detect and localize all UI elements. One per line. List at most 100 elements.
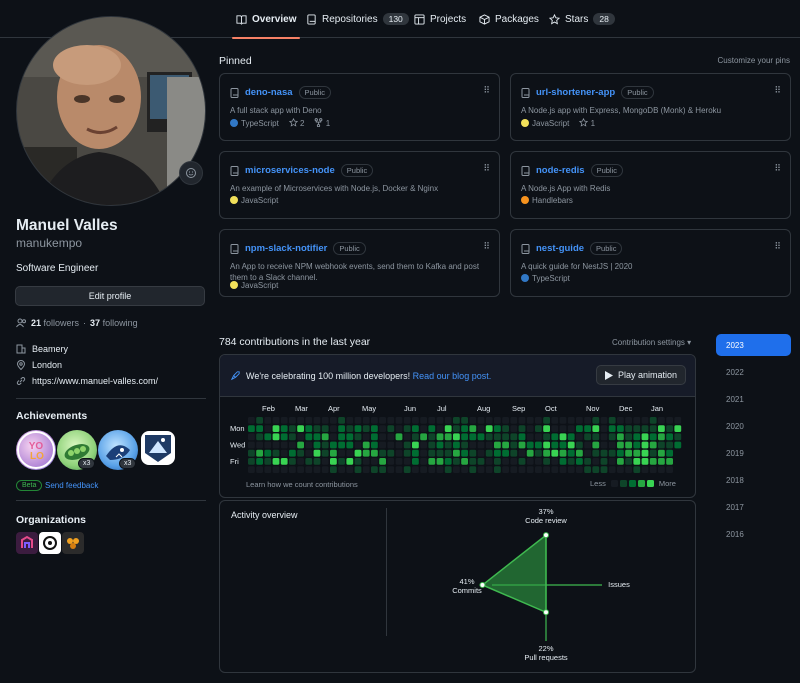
contribution-day[interactable] [485, 466, 493, 473]
contribution-day[interactable] [412, 449, 419, 457]
contribution-day[interactable] [658, 417, 665, 424]
contribution-day[interactable] [297, 441, 304, 449]
contribution-day[interactable] [371, 458, 378, 465]
contribution-day[interactable] [420, 417, 427, 424]
contribution-day[interactable] [617, 466, 624, 473]
contribution-day[interactable] [362, 433, 370, 441]
year-button-2016[interactable]: 2016 [716, 523, 791, 545]
contribution-day[interactable] [543, 466, 550, 473]
contribution-day[interactable] [403, 441, 411, 449]
contribution-day[interactable] [248, 449, 255, 457]
contribution-day[interactable] [551, 433, 559, 441]
contribution-day[interactable] [526, 417, 534, 424]
contribution-day[interactable] [248, 433, 255, 441]
contribution-day[interactable] [535, 417, 542, 424]
drag-handle-icon[interactable]: ⠿ [483, 163, 490, 174]
contribution-day[interactable] [559, 433, 567, 441]
contribution-day[interactable] [330, 466, 337, 473]
contribution-day[interactable] [280, 441, 288, 449]
contribution-day[interactable] [494, 458, 501, 465]
contribution-day[interactable] [371, 466, 378, 473]
contribution-day[interactable] [371, 417, 378, 424]
contribution-day[interactable] [321, 458, 329, 465]
contribution-day[interactable] [346, 433, 354, 441]
contribution-day[interactable] [338, 458, 345, 465]
contribution-day[interactable] [543, 433, 550, 441]
contribution-day[interactable] [518, 417, 526, 424]
contribution-day[interactable] [297, 449, 304, 457]
contribution-day[interactable] [510, 425, 518, 432]
repo-name-link[interactable]: node-redis [536, 165, 585, 176]
drag-handle-icon[interactable]: ⠿ [774, 241, 781, 252]
contribution-day[interactable] [256, 417, 263, 424]
contribution-day[interactable] [477, 458, 485, 465]
contribution-day[interactable] [625, 433, 632, 441]
contribution-day[interactable] [330, 449, 337, 457]
contribution-day[interactable] [395, 466, 403, 473]
contribution-day[interactable] [248, 441, 255, 449]
following-link[interactable]: 37 following [90, 318, 138, 328]
contribution-day[interactable] [600, 417, 608, 424]
contribution-day[interactable] [485, 441, 493, 449]
website-link[interactable]: https://www.manuel-valles.com/ [32, 376, 158, 386]
contribution-day[interactable] [289, 433, 296, 441]
contribution-day[interactable] [502, 458, 509, 465]
tab-repositories[interactable]: Repositories 130 [306, 0, 409, 38]
contribution-day[interactable] [641, 417, 649, 424]
contribution-day[interactable] [584, 466, 591, 473]
contribution-day[interactable] [666, 433, 673, 441]
contribution-day[interactable] [330, 441, 337, 449]
contribution-day[interactable] [625, 417, 632, 424]
contribution-day[interactable] [436, 417, 444, 424]
contribution-day[interactable] [362, 417, 370, 424]
contribution-day[interactable] [576, 425, 583, 432]
contribution-day[interactable] [461, 433, 468, 441]
contribution-day[interactable] [444, 458, 452, 465]
contribution-day[interactable] [559, 458, 567, 465]
contribution-day[interactable] [592, 417, 600, 424]
contribution-day[interactable] [436, 433, 444, 441]
contribution-day[interactable] [567, 425, 575, 432]
contribution-day[interactable] [600, 466, 608, 473]
contribution-day[interactable] [387, 449, 395, 457]
contribution-day[interactable] [379, 425, 386, 432]
contribution-day[interactable] [313, 425, 321, 432]
contribution-day[interactable] [535, 449, 542, 457]
contribution-day[interactable] [371, 425, 378, 432]
organization-avatar-1[interactable] [16, 532, 38, 554]
contribution-day[interactable] [485, 449, 493, 457]
contribution-day[interactable] [256, 449, 263, 457]
contribution-day[interactable] [297, 425, 304, 432]
contribution-day[interactable] [280, 417, 288, 424]
contribution-day[interactable] [633, 425, 641, 432]
contribution-day[interactable] [412, 441, 419, 449]
contribution-day[interactable] [354, 433, 362, 441]
contribution-day[interactable] [264, 433, 272, 441]
contribution-day[interactable] [436, 466, 444, 473]
drag-handle-icon[interactable]: ⠿ [774, 85, 781, 96]
drag-handle-icon[interactable]: ⠿ [483, 241, 490, 252]
contribution-day[interactable] [649, 458, 657, 465]
contribution-day[interactable] [256, 466, 263, 473]
contribution-day[interactable] [485, 458, 493, 465]
contribution-day[interactable] [289, 417, 296, 424]
avatar[interactable] [16, 16, 206, 206]
contribution-day[interactable] [592, 466, 600, 473]
contribution-day[interactable] [313, 449, 321, 457]
contribution-day[interactable] [576, 449, 583, 457]
contribution-day[interactable] [436, 458, 444, 465]
contribution-day[interactable] [264, 417, 272, 424]
contribution-day[interactable] [412, 425, 419, 432]
contribution-day[interactable] [444, 441, 452, 449]
contribution-day[interactable] [485, 417, 493, 424]
contribution-day[interactable] [280, 458, 288, 465]
contribution-day[interactable] [362, 449, 370, 457]
contribution-day[interactable] [510, 441, 518, 449]
contribution-day[interactable] [436, 441, 444, 449]
contribution-day[interactable] [289, 466, 296, 473]
contribution-day[interactable] [543, 441, 550, 449]
contribution-day[interactable] [559, 441, 567, 449]
contribution-day[interactable] [485, 425, 493, 432]
contribution-day[interactable] [395, 441, 403, 449]
contribution-day[interactable] [412, 417, 419, 424]
